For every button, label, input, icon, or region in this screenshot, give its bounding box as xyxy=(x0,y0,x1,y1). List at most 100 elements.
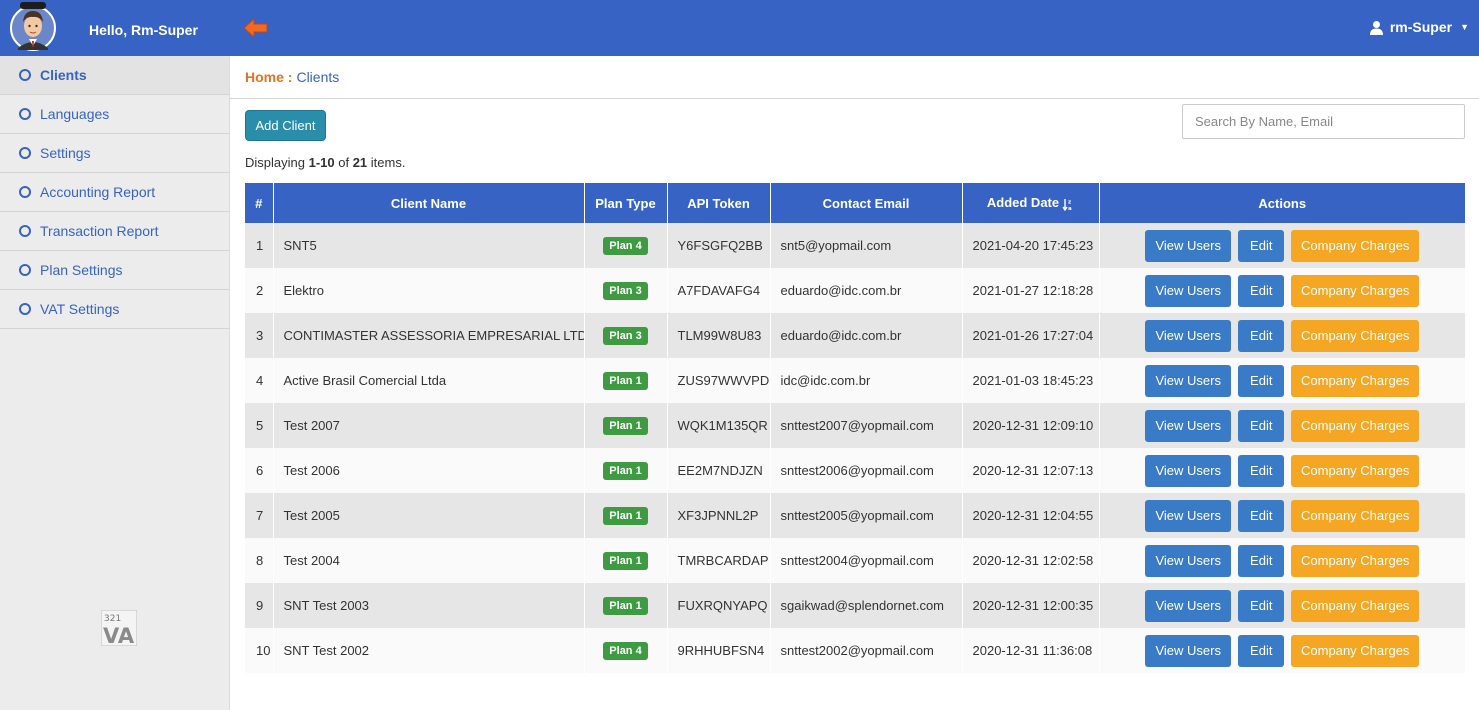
column-header-actions: Actions xyxy=(1099,183,1465,223)
actions-cell: View Users Edit Company Charges xyxy=(1099,493,1465,538)
client-name-cell: SNT5 xyxy=(273,223,585,268)
plan-type-cell: Plan 4 xyxy=(584,223,668,268)
api-token-cell: TMRBCARDAP xyxy=(667,538,771,583)
plan-type-cell: Plan 4 xyxy=(584,628,668,673)
contact-email-cell: snttest2004@yopmail.com xyxy=(770,538,963,583)
company-charges-button[interactable]: Company Charges xyxy=(1291,364,1420,397)
view-users-button[interactable]: View Users xyxy=(1145,454,1232,487)
circle-icon xyxy=(19,264,31,276)
sidebar-item-label: Transaction Report xyxy=(40,223,159,239)
added-date-cell: 2021-01-26 17:27:04 xyxy=(962,313,1100,358)
edit-button[interactable]: Edit xyxy=(1238,274,1285,307)
edit-button[interactable]: Edit xyxy=(1238,229,1285,262)
edit-button[interactable]: Edit xyxy=(1238,499,1285,532)
company-charges-button[interactable]: Company Charges xyxy=(1291,319,1420,352)
view-users-button[interactable]: View Users xyxy=(1145,544,1232,577)
added-date-cell: 2020-12-31 12:07:13 xyxy=(962,448,1100,493)
edit-button[interactable]: Edit xyxy=(1238,634,1285,667)
company-charges-button[interactable]: Company Charges xyxy=(1291,454,1420,487)
company-charges-button[interactable]: Company Charges xyxy=(1291,589,1420,622)
plan-badge: Plan 1 xyxy=(603,416,648,435)
table-row: 1 SNT5 Plan 4 Y6FSGFQ2BB snt5@yopmail.com 202… xyxy=(245,223,1465,268)
sidebar-item-vat-settings[interactable]: VAT Settings xyxy=(0,290,229,329)
user-icon xyxy=(1369,20,1383,35)
actions-cell: View Users Edit Company Charges xyxy=(1099,268,1465,313)
breadcrumb-home-link[interactable]: Home : xyxy=(245,69,292,85)
company-charges-button[interactable]: Company Charges xyxy=(1291,634,1420,667)
plan-badge: Plan 1 xyxy=(603,371,648,390)
table-row: 3 CONTIMASTER ASSESSORIA EMPRESARIAL LTDA… xyxy=(245,313,1465,358)
column-header-client-name[interactable]: Client Name xyxy=(273,183,585,223)
sidebar-item-plan-settings[interactable]: Plan Settings xyxy=(0,251,229,290)
row-number: 6 xyxy=(245,448,274,493)
sidebar-item-languages[interactable]: Languages xyxy=(0,95,229,134)
sidebar-item-clients[interactable]: Clients xyxy=(0,56,229,95)
table-row: 4 Active Brasil Comercial Ltda Plan 1 ZUS97… xyxy=(245,358,1465,403)
edit-button[interactable]: Edit xyxy=(1238,319,1285,352)
api-token-cell: WQK1M135QR xyxy=(667,403,771,448)
api-token-cell: A7FDAVAFG4 xyxy=(667,268,771,313)
user-menu-dropdown[interactable]: rm-Super ▼ xyxy=(1369,19,1469,35)
sidebar-item-label: Accounting Report xyxy=(40,184,156,200)
contact-email-cell: snttest2002@yopmail.com xyxy=(770,628,963,673)
client-name-cell: CONTIMASTER ASSESSORIA EMPRESARIAL LTDA xyxy=(273,313,585,358)
edit-button[interactable]: Edit xyxy=(1238,364,1285,397)
column-header-api-token[interactable]: API Token xyxy=(667,183,771,223)
view-users-button[interactable]: View Users xyxy=(1145,229,1232,262)
api-token-cell: EE2M7NDJZN xyxy=(667,448,771,493)
sidebar-item-accounting-report[interactable]: Accounting Report xyxy=(0,173,229,212)
client-name-cell: Active Brasil Comercial Ltda xyxy=(273,358,585,403)
actions-cell: View Users Edit Company Charges xyxy=(1099,358,1465,403)
table-row: 2 Elektro Plan 3 A7FDAVAFG4 eduardo@idc.com.… xyxy=(245,268,1465,313)
sort-icon[interactable]: za xyxy=(1062,198,1074,211)
company-charges-button[interactable]: Company Charges xyxy=(1291,409,1420,442)
sidebar-item-settings[interactable]: Settings xyxy=(0,134,229,173)
edit-button[interactable]: Edit xyxy=(1238,454,1285,487)
view-users-button[interactable]: View Users xyxy=(1145,319,1232,352)
plan-type-cell: Plan 3 xyxy=(584,313,668,358)
user-menu-label: rm-Super xyxy=(1389,19,1453,35)
actions-cell: View Users Edit Company Charges xyxy=(1099,223,1465,268)
table-row: 7 Test 2005 Plan 1 XF3JPNNL2P snttest2005@yo… xyxy=(245,493,1465,538)
plan-badge: Plan 3 xyxy=(603,326,648,345)
circle-icon xyxy=(19,108,31,120)
add-client-button[interactable]: Add Client xyxy=(245,110,326,141)
contact-email-cell: snttest2006@yopmail.com xyxy=(770,448,963,493)
column-header-contact-email[interactable]: Contact Email xyxy=(770,183,963,223)
contact-email-cell: eduardo@idc.com.br xyxy=(770,268,963,313)
contact-email-cell: snttest2005@yopmail.com xyxy=(770,493,963,538)
edit-button[interactable]: Edit xyxy=(1238,409,1285,442)
added-date-cell: 2020-12-31 12:09:10 xyxy=(962,403,1100,448)
api-token-cell: 9RHHUBFSN4 xyxy=(667,628,771,673)
row-number: 4 xyxy=(245,358,274,403)
edit-button[interactable]: Edit xyxy=(1238,589,1285,622)
company-charges-button[interactable]: Company Charges xyxy=(1291,274,1420,307)
contact-email-cell: snt5@yopmail.com xyxy=(770,223,963,268)
client-name-cell: SNT Test 2002 xyxy=(273,628,585,673)
plan-type-cell: Plan 1 xyxy=(584,358,668,403)
view-users-button[interactable]: View Users xyxy=(1145,499,1232,532)
user-avatar-icon xyxy=(10,2,56,51)
company-charges-button[interactable]: Company Charges xyxy=(1291,544,1420,577)
search-input[interactable] xyxy=(1182,104,1465,139)
company-charges-button[interactable]: Company Charges xyxy=(1291,499,1420,532)
company-charges-button[interactable]: Company Charges xyxy=(1291,229,1420,262)
sidebar-item-transaction-report[interactable]: Transaction Report xyxy=(0,212,229,251)
back-arrow-icon[interactable] xyxy=(243,17,269,39)
added-date-cell: 2020-12-31 11:36:08 xyxy=(962,628,1100,673)
plan-type-cell: Plan 1 xyxy=(584,583,668,628)
api-token-cell: FUXRQNYAPQ xyxy=(667,583,771,628)
view-users-button[interactable]: View Users xyxy=(1145,634,1232,667)
view-users-button[interactable]: View Users xyxy=(1145,589,1232,622)
view-users-button[interactable]: View Users xyxy=(1145,274,1232,307)
svg-text:z: z xyxy=(1068,199,1071,205)
edit-button[interactable]: Edit xyxy=(1238,544,1285,577)
added-date-cell: 2020-12-31 12:00:35 xyxy=(962,583,1100,628)
column-header-plan-type[interactable]: Plan Type xyxy=(584,183,668,223)
added-date-cell: 2020-12-31 12:02:58 xyxy=(962,538,1100,583)
summary-total: 21 xyxy=(352,155,368,170)
column-header-added-date[interactable]: Added Date z a xyxy=(962,183,1100,223)
view-users-button[interactable]: View Users xyxy=(1145,409,1232,442)
view-users-button[interactable]: View Users xyxy=(1145,364,1232,397)
row-number: 10 xyxy=(245,628,274,673)
